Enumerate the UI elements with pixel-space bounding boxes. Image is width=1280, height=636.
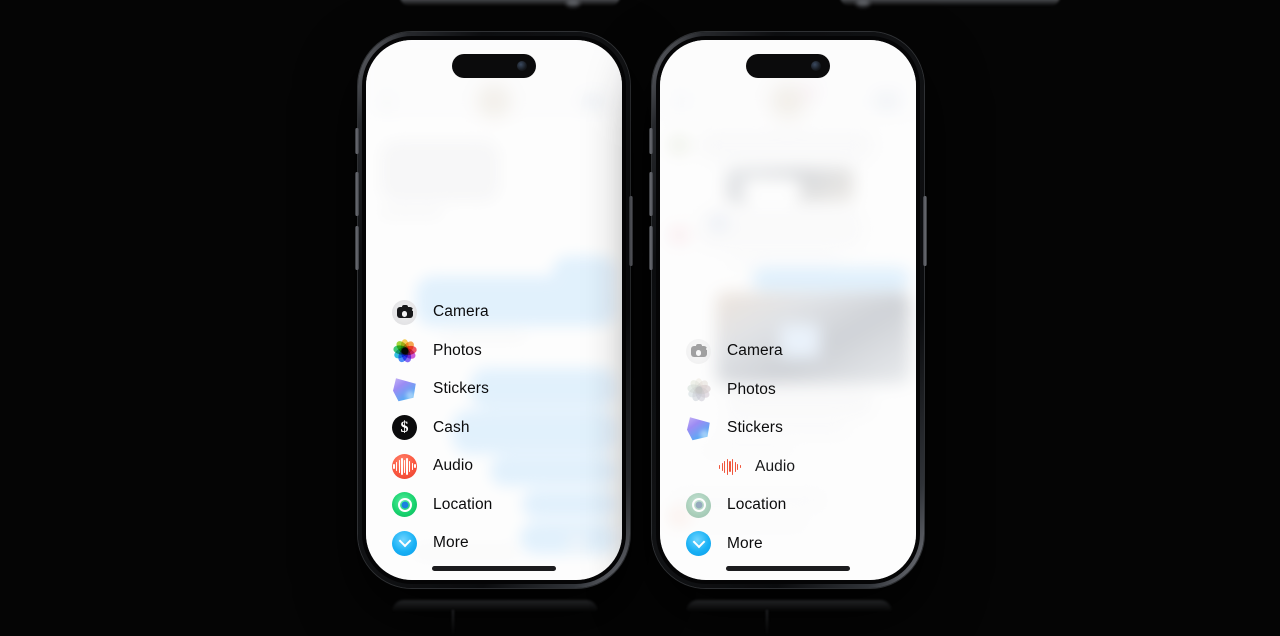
volume-up-button-left[interactable] <box>355 172 359 216</box>
volume-down-button-left[interactable] <box>355 226 359 270</box>
cash-icon: $ <box>392 415 417 441</box>
camera-icon-wrapper <box>686 338 711 364</box>
volume-down-button-right[interactable] <box>649 226 653 270</box>
menu-item-label: Camera <box>727 342 783 360</box>
stickers-icon-wrapper <box>686 416 711 441</box>
phone-right-reflection <box>686 600 892 612</box>
menu-item-label: Location <box>433 495 493 513</box>
offscreen-phone-glint-right <box>840 0 1060 6</box>
mute-switch-left[interactable] <box>355 128 359 154</box>
menu-item-label: More <box>727 534 763 552</box>
phone-left: Camera Photos Stickers $ Cash Audio Location Mo… <box>355 32 633 588</box>
more-icon-wrapper <box>686 531 711 557</box>
menu-item-photos[interactable]: Photos <box>660 371 916 410</box>
camera-icon-wrapper <box>392 299 417 325</box>
audio-wave-icon-wrapper <box>718 456 742 478</box>
camera-icon <box>686 338 711 364</box>
app-drawer-menu-right[interactable]: Camera Photos Stickers Audio Location More <box>660 332 916 563</box>
menu-item-stickers[interactable]: Stickers <box>660 409 916 448</box>
phone-right-bezel: Camera Photos Stickers Audio Location More <box>656 36 920 584</box>
more-icon <box>686 531 711 557</box>
menu-item-location[interactable]: Location <box>660 486 916 525</box>
menu-item-label: Photos <box>433 341 482 359</box>
power-button-left[interactable] <box>629 196 633 266</box>
menu-item-label: Location <box>727 496 787 514</box>
photos-icon-wrapper <box>392 338 417 364</box>
location-icon-wrapper <box>686 492 711 518</box>
home-indicator <box>432 566 556 571</box>
offscreen-phone-glint-left <box>400 0 620 6</box>
menu-item-cash[interactable]: $ Cash <box>366 409 622 448</box>
menu-item-audio[interactable]: Audio <box>660 448 916 487</box>
more-icon-wrapper <box>392 530 417 556</box>
menu-item-photos[interactable]: Photos <box>366 332 622 371</box>
home-indicator <box>726 566 850 571</box>
menu-item-label: Stickers <box>433 380 489 398</box>
menu-item-label: Photos <box>727 380 776 398</box>
phone-left-bezel: Camera Photos Stickers $ Cash Audio Location Mo… <box>362 36 626 584</box>
reflection-seam-right <box>766 610 768 636</box>
scene-canvas: Camera Photos Stickers $ Cash Audio Location Mo… <box>0 0 1280 636</box>
menu-item-label: Stickers <box>727 419 783 437</box>
audio-wave-icon <box>718 456 742 478</box>
offscreen-glint-dot-right <box>856 0 870 7</box>
phone-right-screen: Camera Photos Stickers Audio Location More <box>660 40 916 580</box>
menu-item-label: Camera <box>433 303 489 321</box>
menu-item-location[interactable]: Location <box>366 486 622 525</box>
power-button-right[interactable] <box>923 196 927 266</box>
app-drawer-menu-left[interactable]: Camera Photos Stickers $ Cash Audio Location Mo… <box>366 293 622 563</box>
more-icon <box>392 530 417 556</box>
cash-icon-wrapper: $ <box>392 415 417 441</box>
photos-icon <box>392 338 417 364</box>
phone-right: Camera Photos Stickers Audio Location More <box>649 32 927 588</box>
volume-up-button-right[interactable] <box>649 172 653 216</box>
menu-item-more[interactable]: More <box>660 525 916 564</box>
dynamic-island <box>452 54 536 78</box>
menu-item-camera[interactable]: Camera <box>660 332 916 371</box>
menu-item-stickers[interactable]: Stickers <box>366 370 622 409</box>
camera-icon <box>392 299 417 325</box>
stickers-icon-wrapper <box>392 377 417 402</box>
menu-item-label: Audio <box>433 457 474 475</box>
menu-item-audio[interactable]: Audio <box>366 447 622 486</box>
mute-switch-right[interactable] <box>649 128 653 154</box>
menu-item-label: More <box>433 534 469 552</box>
photos-icon-wrapper <box>686 377 711 403</box>
phone-left-screen: Camera Photos Stickers $ Cash Audio Location Mo… <box>366 40 622 580</box>
menu-item-more[interactable]: More <box>366 524 622 563</box>
location-icon-wrapper <box>392 492 417 518</box>
photos-icon <box>686 377 711 403</box>
offscreen-glint-dot-left <box>566 0 580 7</box>
phone-left-frame: Camera Photos Stickers $ Cash Audio Location Mo… <box>355 32 633 588</box>
location-icon <box>686 492 711 518</box>
stickers-icon <box>687 417 710 441</box>
menu-item-label: Audio <box>755 457 796 475</box>
phone-right-frame: Camera Photos Stickers Audio Location More <box>649 32 927 588</box>
dynamic-island <box>746 54 830 78</box>
location-icon <box>392 492 417 518</box>
audio-icon-wrapper <box>392 453 417 479</box>
menu-item-camera[interactable]: Camera <box>366 293 622 332</box>
reflection-seam-left <box>452 610 454 636</box>
audio-icon <box>392 453 417 479</box>
stickers-icon <box>393 378 416 402</box>
menu-item-label: Cash <box>433 418 470 436</box>
phone-left-reflection <box>392 600 598 612</box>
